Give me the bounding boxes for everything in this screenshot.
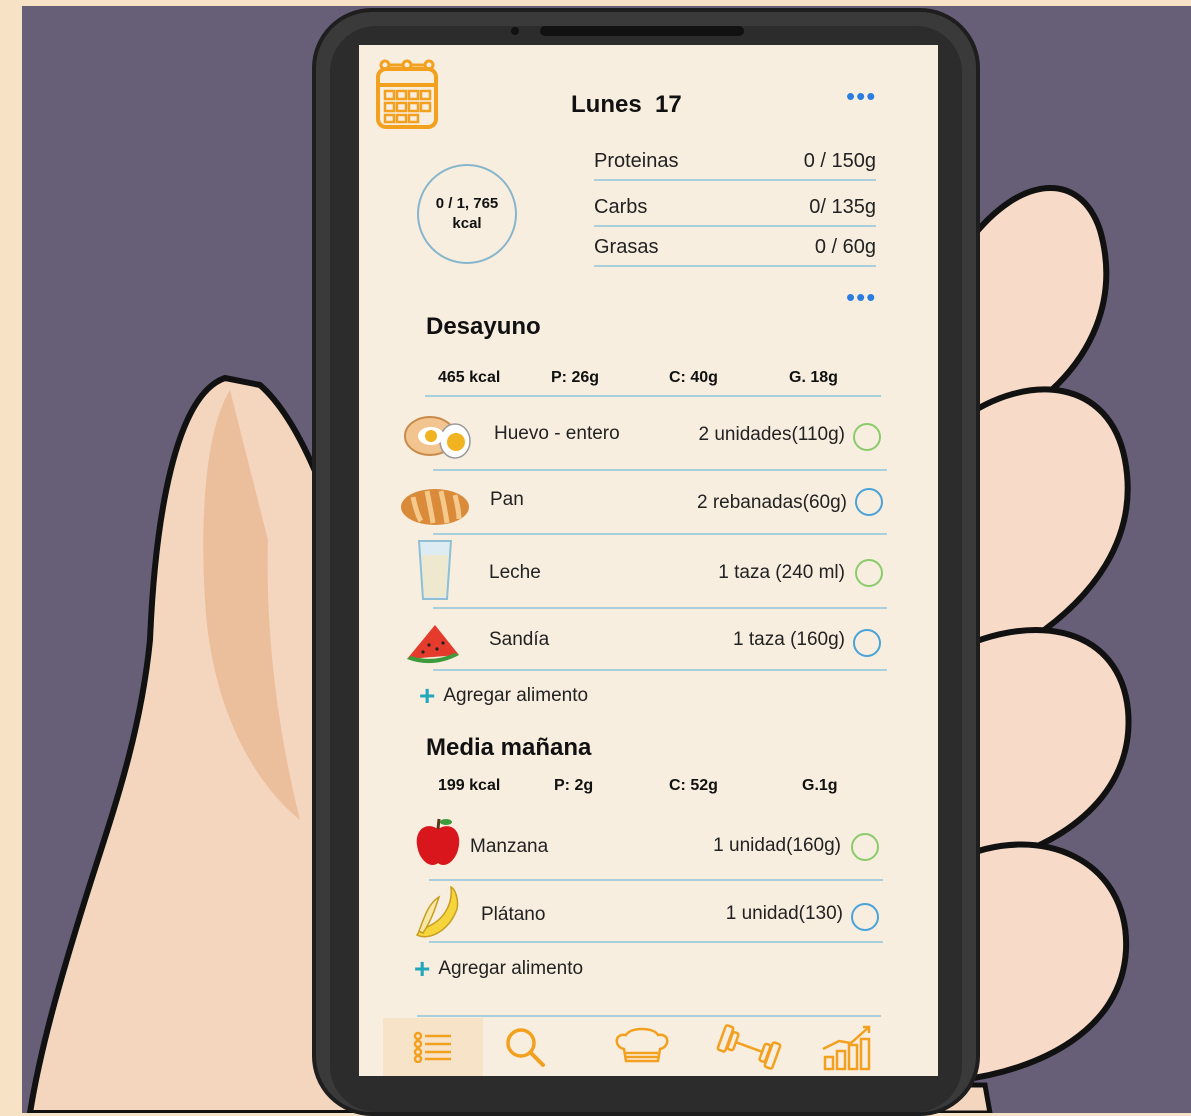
check-circle[interactable] (851, 833, 879, 861)
meal-summary-desayuno: 465 kcal P: 26g C: 40g G. 18g (425, 365, 881, 397)
food-quantity: 1 unidad(130) (725, 903, 843, 924)
check-circle[interactable] (855, 488, 883, 516)
food-name: Pan (490, 489, 524, 510)
plus-icon: + (414, 953, 431, 984)
add-food-button-media-manana[interactable]: + Agregar alimento (414, 953, 584, 984)
food-quantity: 1 taza (240 ml) (718, 562, 845, 583)
food-name: Manzana (470, 836, 549, 857)
meal-title-media-manana: Media mañana (426, 734, 592, 761)
food-quantity: 2 unidades(110g) (698, 424, 845, 445)
macro-row-protein: Proteinas 0 / 150g (594, 145, 876, 181)
day-title: Lunes 17 (571, 91, 682, 118)
bottom-tab-bar (359, 1018, 938, 1076)
food-quantity: 1 taza (160g) (733, 629, 845, 650)
macro-row-fat: Grasas 0 / 60g (594, 231, 876, 267)
milk-glass-icon (417, 539, 453, 606)
food-row[interactable]: Huevo - entero 2 unidades(110g) (433, 407, 887, 471)
add-food-button-desayuno[interactable]: + Agregar alimento (419, 680, 589, 711)
chef-hat-icon (615, 1027, 669, 1063)
tab-workouts[interactable] (709, 1018, 789, 1076)
check-circle[interactable] (853, 629, 881, 657)
meal-title-desayuno: Desayuno (426, 313, 541, 340)
meal-summary-media-manana: 199 kcal P: 2g C: 52g G.1g (425, 777, 881, 803)
calendar-icon[interactable] (375, 55, 441, 136)
calorie-count: 0 / 1, 765 (435, 195, 499, 212)
check-circle[interactable] (853, 423, 881, 451)
meal-kcal: 199 kcal (438, 777, 501, 794)
food-name: Huevo - entero (494, 423, 620, 444)
check-circle[interactable] (851, 903, 879, 931)
tab-recipes[interactable] (609, 1018, 675, 1076)
meal-protein: P: 2g (554, 777, 594, 794)
food-row[interactable]: Leche 1 taza (240 ml) (433, 533, 887, 609)
egg-icon (403, 413, 475, 468)
growth-chart-icon (822, 1025, 871, 1071)
apple-icon (415, 817, 461, 874)
calorie-unit: kcal (452, 215, 482, 232)
dumbbell-icon (716, 1024, 782, 1070)
food-row[interactable]: Plátano 1 unidad(130) (429, 879, 883, 943)
add-food-label: Agregar alimento (438, 958, 584, 979)
food-quantity: 1 unidad(160g) (713, 835, 841, 856)
app-screen: Lunes 17 ••• 0 / 1, 765 kcal Proteinas 0… (359, 45, 938, 1076)
meal-fat: G.1g (802, 777, 838, 794)
add-food-label: Agregar alimento (443, 685, 589, 706)
meal-kcal: 465 kcal (438, 369, 501, 386)
meal-protein: P: 26g (551, 369, 600, 386)
macro-label: Grasas (594, 236, 659, 258)
tab-search[interactable] (495, 1018, 555, 1076)
food-row[interactable]: Pan 2 rebanadas(60g) (433, 471, 887, 535)
food-row[interactable]: Manzana 1 unidad(160g) (429, 817, 883, 881)
macro-value: 0 / 60g (814, 236, 876, 258)
meal-carbs: C: 52g (669, 777, 718, 794)
meal-options-icon[interactable]: ••• (846, 284, 876, 310)
macro-label: Proteinas (594, 150, 679, 172)
search-icon (506, 1028, 545, 1067)
macro-value: 0/ 135g (809, 196, 876, 218)
check-circle[interactable] (855, 559, 883, 587)
food-name: Plátano (481, 904, 546, 925)
meal-carbs: C: 40g (669, 369, 718, 386)
tab-progress[interactable] (817, 1018, 877, 1076)
food-name: Sandía (489, 629, 550, 650)
bread-icon (399, 483, 471, 532)
macro-value: 0 / 150g (803, 150, 876, 172)
divider (417, 1015, 881, 1017)
list-icon (413, 1031, 451, 1063)
camera-dot (511, 27, 519, 35)
food-quantity: 2 rebanadas(60g) (697, 492, 847, 513)
macro-row-carbs: Carbs 0/ 135g (594, 191, 876, 227)
meal-fat: G. 18g (789, 369, 838, 386)
food-row[interactable]: Sandía 1 taza (160g) (433, 607, 887, 671)
calorie-ring: 0 / 1, 765 kcal (417, 164, 517, 264)
speaker-grille (540, 26, 744, 36)
watermelon-icon (405, 623, 461, 670)
day-options-icon[interactable]: ••• (846, 83, 876, 109)
food-name: Leche (489, 562, 541, 583)
tab-diary[interactable] (383, 1018, 483, 1076)
macro-label: Carbs (594, 196, 648, 218)
plus-icon: + (419, 680, 436, 711)
banana-icon (409, 885, 465, 948)
